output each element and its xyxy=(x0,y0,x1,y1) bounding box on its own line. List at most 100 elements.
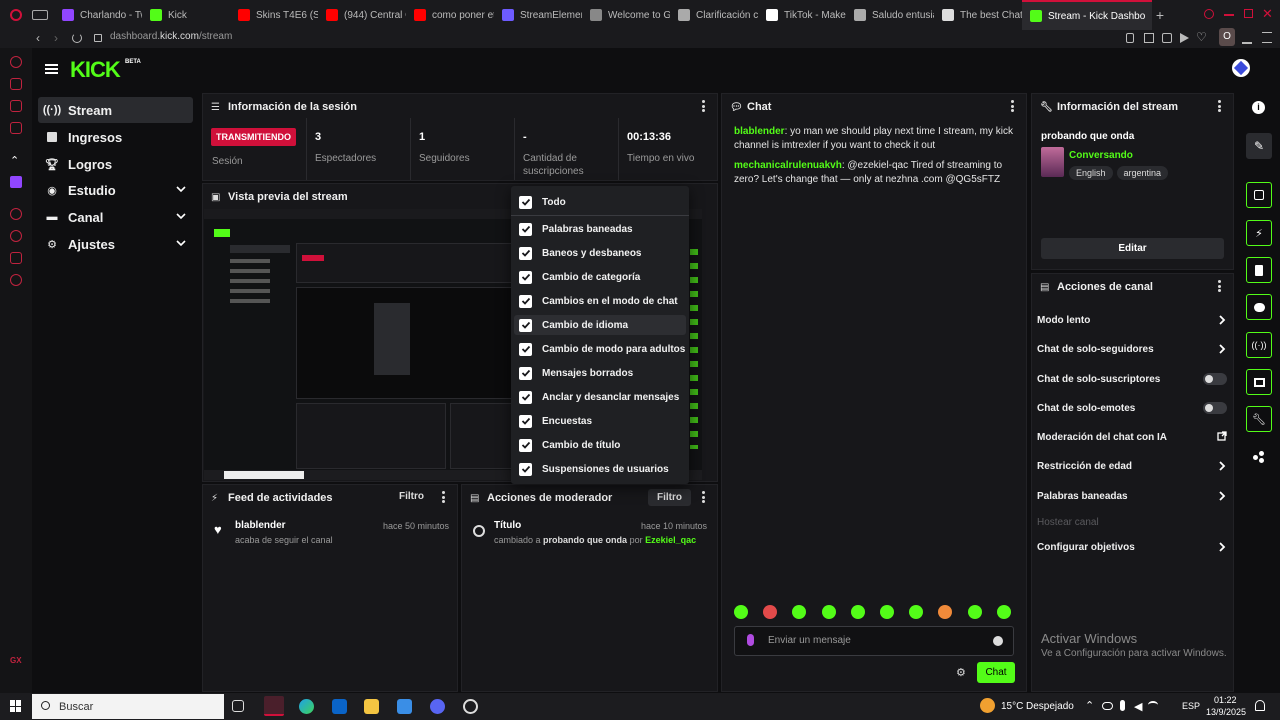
user-avatar[interactable] xyxy=(1232,59,1250,77)
toggle-switch[interactable] xyxy=(1203,402,1227,414)
close-window-button[interactable]: ✕ xyxy=(1262,6,1273,22)
filter-option[interactable]: Cambios en el modo de chat xyxy=(514,291,686,311)
filter-option[interactable]: Anclar y desanclar mensajes xyxy=(514,387,686,407)
filter-option[interactable]: Baneos y desbaneos xyxy=(514,243,686,263)
search-tabs-icon[interactable] xyxy=(1204,9,1214,19)
tray-onedrive-icon[interactable] xyxy=(1102,702,1113,710)
category-name[interactable]: Conversando xyxy=(1069,150,1133,161)
opera-logo-icon[interactable] xyxy=(0,0,32,30)
browser-tab[interactable]: StreamElement xyxy=(494,0,582,30)
minimize-button[interactable] xyxy=(1224,14,1234,16)
activity-user[interactable]: blablender xyxy=(235,520,286,531)
workspaces-icon[interactable] xyxy=(32,10,48,20)
tag[interactable]: English xyxy=(1069,166,1113,180)
url-text[interactable]: dashboard.kick.com/stream xyxy=(110,31,232,42)
activity-filter-button[interactable]: Filtro xyxy=(399,491,424,502)
tray-mic-icon[interactable] xyxy=(1120,700,1125,711)
checkbox-checked-icon[interactable] xyxy=(519,342,532,356)
kebab-menu-icon[interactable] xyxy=(701,100,705,112)
info-icon[interactable]: i xyxy=(1252,101,1265,114)
browser-tab[interactable]: Charlando - Tw xyxy=(54,0,142,30)
twitch-icon[interactable] xyxy=(10,176,22,188)
kebab-menu-icon[interactable] xyxy=(1217,100,1221,112)
edit-button[interactable]: Editar xyxy=(1041,238,1224,259)
messenger-icon[interactable] xyxy=(10,100,22,112)
task-view-icon[interactable] xyxy=(232,700,244,712)
category-thumbnail[interactable] xyxy=(1041,147,1064,177)
checkbox-checked-icon[interactable] xyxy=(519,366,532,380)
filter-option[interactable]: Mensajes borrados xyxy=(514,363,686,383)
lightning-rail-button[interactable]: ⚡︎ xyxy=(1246,220,1272,246)
pencil-rail-button[interactable]: ✎ xyxy=(1246,133,1272,159)
emote-icon[interactable] xyxy=(763,605,778,619)
kebab-menu-icon[interactable] xyxy=(701,491,705,503)
kick-sidebar-icon[interactable]: ⌃ xyxy=(10,154,19,167)
browser-tab[interactable]: Welcome to G xyxy=(582,0,670,30)
nav-logros[interactable]: 🏆︎ Logros xyxy=(38,151,193,177)
mail-icon[interactable] xyxy=(10,122,22,134)
chat-send-button[interactable]: Chat xyxy=(977,662,1015,683)
toggle-switch[interactable] xyxy=(1203,373,1227,385)
settings-sidebar-icon[interactable] xyxy=(10,274,22,286)
monitor-rail-button[interactable] xyxy=(1246,369,1272,395)
gx-icon[interactable]: GX xyxy=(10,656,22,665)
filter-option[interactable]: Cambio de idioma xyxy=(514,315,686,335)
channel-action-row[interactable]: Chat de solo-seguidores xyxy=(1037,339,1227,359)
emote-icon[interactable] xyxy=(909,605,924,619)
tray-wifi-icon[interactable] xyxy=(1148,701,1158,709)
menu-icon[interactable] xyxy=(1262,32,1272,43)
language-indicator[interactable]: ESP xyxy=(1182,701,1200,711)
nav-stream[interactable]: ((·)) Stream xyxy=(38,97,193,123)
new-tab-button[interactable]: + xyxy=(1152,7,1168,23)
emote-icon[interactable] xyxy=(792,605,807,619)
weather-text[interactable]: Despejado xyxy=(1026,701,1074,712)
download-icon[interactable] xyxy=(1242,32,1252,44)
notification-bell-icon[interactable] xyxy=(1255,700,1265,711)
browser-tab[interactable]: The best Chat xyxy=(934,0,1022,30)
maximize-button[interactable] xyxy=(1244,9,1253,18)
tag[interactable]: argentina xyxy=(1116,166,1169,180)
browser-tab[interactable]: TikTok - Make xyxy=(758,0,846,30)
checkbox-checked-icon[interactable] xyxy=(519,414,532,428)
history-icon[interactable] xyxy=(10,230,22,242)
microphone-icon[interactable] xyxy=(747,634,754,646)
forward-icon[interactable]: › xyxy=(54,31,58,45)
taskbar-search-box[interactable]: Buscar xyxy=(32,694,224,719)
opera-gx-icon[interactable] xyxy=(463,699,478,714)
browser-tab[interactable]: Skins T4E6 (Su xyxy=(230,0,318,30)
nav-canal[interactable]: ▬ Canal xyxy=(38,204,193,230)
filter-option[interactable]: Encuestas xyxy=(514,411,686,431)
nav-estudio[interactable]: ◉ Estudio xyxy=(38,177,193,203)
chat-rail-button[interactable] xyxy=(1246,294,1272,320)
file-explorer-icon[interactable] xyxy=(364,699,379,714)
checkbox-checked-icon[interactable] xyxy=(519,438,532,452)
player-sidebar-icon[interactable] xyxy=(10,208,22,220)
store-icon[interactable] xyxy=(397,699,412,714)
channel-action-row[interactable]: Moderación del chat con IA xyxy=(1037,427,1227,447)
channel-action-row[interactable]: Chat de solo-suscriptores xyxy=(1037,369,1227,389)
aria-icon[interactable] xyxy=(10,56,22,68)
screenshot-icon[interactable] xyxy=(1144,33,1154,43)
chat-settings-icon[interactable]: ⚙ xyxy=(956,666,966,679)
checkbox-checked-icon[interactable] xyxy=(519,222,532,236)
channel-action-row[interactable]: Restricción de edad xyxy=(1037,456,1227,476)
emoji-icon[interactable] xyxy=(993,636,1003,646)
nav-ingresos[interactable]: Ingresos xyxy=(38,124,193,150)
discord-icon[interactable] xyxy=(430,699,445,714)
checkbox-checked-icon[interactable] xyxy=(519,462,532,476)
profile-avatar[interactable]: O xyxy=(1219,28,1235,46)
emote-icon[interactable] xyxy=(734,605,748,619)
filter-option[interactable]: Suspensiones de usuarios xyxy=(514,459,686,479)
kebab-menu-icon[interactable] xyxy=(1010,100,1014,112)
emote-icon[interactable] xyxy=(821,605,836,619)
checkbox-checked-icon[interactable] xyxy=(519,294,532,308)
edge-icon[interactable] xyxy=(299,699,314,714)
wrench-rail-button[interactable]: 🔧︎ xyxy=(1246,406,1272,432)
checkbox-checked-icon[interactable] xyxy=(519,195,532,209)
camera-icon[interactable] xyxy=(1162,33,1172,43)
clock-time[interactable]: 01:22 xyxy=(1214,695,1237,705)
emote-icon[interactable] xyxy=(967,605,982,619)
emote-icon[interactable] xyxy=(880,605,894,619)
clock-date[interactable]: 13/9/2025 xyxy=(1206,707,1246,717)
tray-speaker-icon[interactable]: ◀︎ xyxy=(1134,700,1142,713)
